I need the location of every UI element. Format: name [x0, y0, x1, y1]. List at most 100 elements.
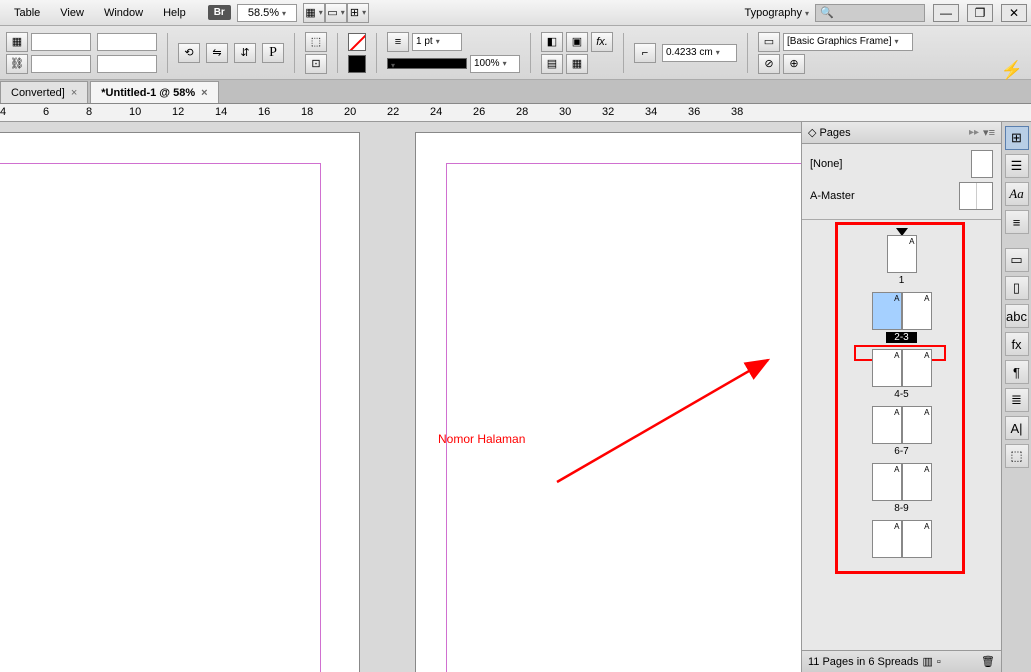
ruler-tick: 10 — [129, 106, 141, 118]
master-badge: A — [924, 294, 929, 303]
fx-icon[interactable]: fx. — [591, 32, 613, 52]
close-button[interactable]: ✕ — [1001, 4, 1027, 22]
dock-button[interactable]: ≡ — [1005, 210, 1029, 234]
page-spread-left[interactable] — [0, 132, 360, 672]
stroke-weight[interactable]: 1 pt — [412, 33, 462, 51]
master-none[interactable]: [None] — [810, 158, 842, 170]
ruler-tick: 34 — [645, 106, 657, 118]
page-thumb[interactable]: A — [872, 349, 902, 387]
select-container-icon[interactable]: ⬚ — [305, 32, 327, 52]
menu-window[interactable]: Window — [94, 3, 153, 23]
rotate-icon[interactable]: ⟲ — [178, 43, 200, 63]
dock-button[interactable]: Aa — [1005, 182, 1029, 206]
flip-v-icon[interactable]: ⇵ — [234, 43, 256, 63]
page-thumb[interactable]: A — [902, 520, 932, 558]
bridge-button[interactable]: Br — [208, 5, 231, 20]
trash-icon[interactable]: 🗑 — [981, 655, 995, 668]
pages-panel-header[interactable]: ◇ Pages ▸▸ ▾≡ — [802, 122, 1001, 144]
new-style-icon[interactable]: ⊕ — [783, 54, 805, 74]
stroke-style[interactable] — [387, 58, 467, 69]
dock-button[interactable]: A| — [1005, 416, 1029, 440]
close-icon[interactable]: × — [71, 87, 77, 99]
page-thumb[interactable]: A — [872, 406, 902, 444]
master-none-thumb[interactable] — [971, 150, 993, 178]
page-thumb[interactable]: A — [902, 406, 932, 444]
master-a-thumb[interactable] — [959, 182, 993, 210]
dock-button[interactable]: ☰ — [1005, 154, 1029, 178]
document-tabs: Converted]× *Untitled-1 @ 58%× — [0, 80, 1031, 104]
arrange-icon[interactable]: ⊞ — [347, 3, 369, 23]
master-badge: A — [894, 465, 899, 474]
view-options-icon[interactable]: ▦ — [303, 3, 325, 23]
annotation-label: Nomor Halaman — [438, 432, 525, 446]
ruler-tick: 36 — [688, 106, 700, 118]
dock-button[interactable]: fx — [1005, 332, 1029, 356]
pages-list[interactable]: A1AA2-3AA4-5AA6-7AA8-9AA — [802, 220, 1001, 650]
object-style[interactable]: [Basic Graphics Frame] — [783, 33, 913, 51]
ruler-tick: 8 — [86, 106, 92, 118]
masters-section: [None] A-Master — [802, 144, 1001, 220]
panel-menu-icon[interactable]: ▾≡ — [983, 126, 995, 139]
document-canvas[interactable]: Nomor Halaman — [0, 122, 801, 672]
ruler-tick: 20 — [344, 106, 356, 118]
ruler-tick: 28 — [516, 106, 528, 118]
select-content-icon[interactable]: ⊡ — [305, 54, 327, 74]
dock-button[interactable]: ▯ — [1005, 276, 1029, 300]
page-spread-right[interactable] — [415, 132, 801, 672]
close-icon[interactable]: × — [201, 87, 207, 99]
zoom2[interactable]: 100% — [470, 55, 520, 73]
flip-h-icon[interactable]: ⇋ — [206, 43, 228, 63]
quick-apply-icon[interactable]: ⚡ — [1001, 60, 1023, 81]
w-field[interactable] — [97, 33, 157, 51]
tab-converted[interactable]: Converted]× — [0, 81, 88, 103]
ref-point-icon[interactable]: ▦ — [6, 32, 28, 52]
page-thumb[interactable]: A — [872, 292, 902, 330]
page-thumb[interactable]: A — [872, 463, 902, 501]
frame-size[interactable]: 0.4233 cm — [662, 44, 737, 62]
stroke-swatch[interactable] — [348, 55, 366, 73]
workspace-switcher[interactable]: Typography — [745, 7, 810, 19]
y-field[interactable] — [31, 55, 91, 73]
dock-button[interactable]: ≣ — [1005, 388, 1029, 412]
object-style-icon[interactable]: ▭ — [758, 32, 780, 52]
opacity-icon[interactable]: ◧ — [541, 32, 563, 52]
search-input[interactable]: 🔍 — [815, 4, 925, 22]
screen-mode-icon[interactable]: ▭ — [325, 3, 347, 23]
type-icon[interactable]: P — [262, 43, 284, 63]
page-thumb[interactable]: A — [872, 520, 902, 558]
page-thumb[interactable]: A — [902, 349, 932, 387]
wrap-around-icon[interactable]: ▦ — [566, 54, 588, 74]
minimize-button[interactable]: — — [933, 4, 959, 22]
new-page-icon[interactable]: ▫ — [937, 656, 941, 668]
fill-swatch[interactable] — [348, 33, 366, 51]
master-badge: A — [909, 237, 914, 246]
collapse-icon[interactable]: ▸▸ — [969, 127, 979, 138]
corner-icon[interactable]: ⌐ — [634, 43, 656, 63]
link-icon[interactable]: ⛓ — [6, 54, 28, 74]
maximize-button[interactable]: ❐ — [967, 4, 993, 22]
master-a[interactable]: A-Master — [810, 190, 855, 202]
edit-layout-icon[interactable]: ▥ — [922, 655, 932, 668]
ruler-tick: 4 — [0, 106, 6, 118]
clear-override-icon[interactable]: ⊘ — [758, 54, 780, 74]
spread[interactable]: AA — [872, 520, 932, 560]
page-thumb[interactable]: A — [902, 292, 932, 330]
dock-button[interactable]: ▭ — [1005, 248, 1029, 272]
zoom-dropdown[interactable]: 58.5% — [237, 4, 297, 22]
dock-button[interactable]: abc — [1005, 304, 1029, 328]
drop-shadow-icon[interactable]: ▣ — [566, 32, 588, 52]
tab-untitled[interactable]: *Untitled-1 @ 58%× — [90, 81, 218, 103]
text-wrap-icon[interactable]: ▤ — [541, 54, 563, 74]
dock-button[interactable]: ⬚ — [1005, 444, 1029, 468]
right-dock: ⊞ ☰ Aa ≡ ▭ ▯ abc fx ¶ ≣ A| ⬚ — [1001, 122, 1031, 672]
menu-help[interactable]: Help — [153, 3, 196, 23]
menu-table[interactable]: Table — [4, 3, 50, 23]
page-thumb[interactable]: A — [902, 463, 932, 501]
dock-button[interactable]: ¶ — [1005, 360, 1029, 384]
dock-button[interactable]: ⊞ — [1005, 126, 1029, 150]
x-field[interactable] — [31, 33, 91, 51]
master-badge: A — [894, 408, 899, 417]
h-field[interactable] — [97, 55, 157, 73]
menu-view[interactable]: View — [50, 3, 94, 23]
page-thumb[interactable]: A — [887, 235, 917, 273]
